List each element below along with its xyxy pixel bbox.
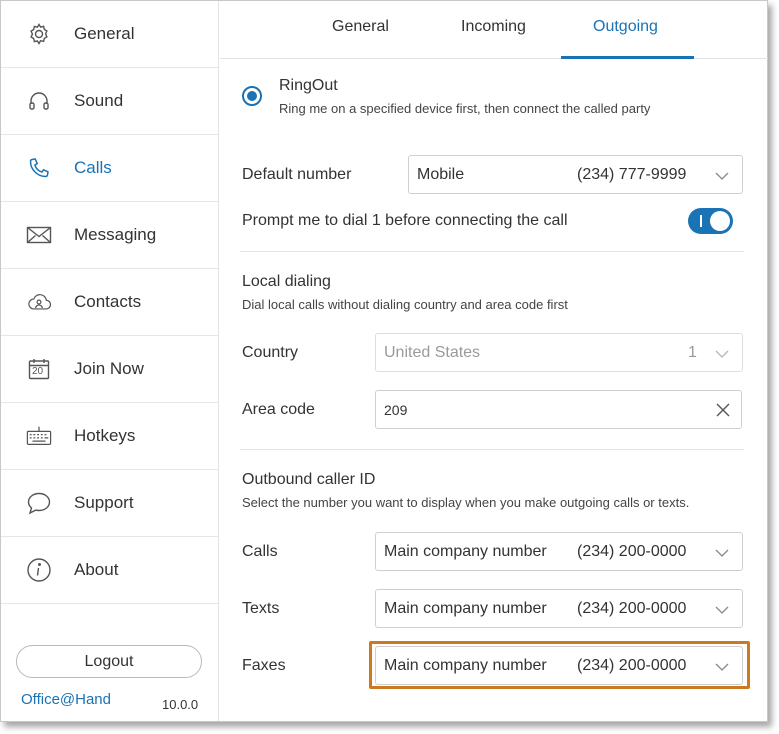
tab-general[interactable]: General bbox=[332, 18, 389, 36]
select-value: Mobile bbox=[417, 165, 465, 183]
keyboard-icon bbox=[26, 423, 52, 449]
logout-button[interactable]: Logout bbox=[16, 645, 202, 678]
select-value: Main company number bbox=[384, 599, 547, 617]
select-number: (234) 200-0000 bbox=[577, 656, 687, 674]
sidebar-item-label: Hotkeys bbox=[74, 426, 136, 445]
radio-selected-dot bbox=[247, 91, 257, 101]
ringout-description: Ring me on a specified device first, the… bbox=[279, 101, 651, 116]
ringout-title: RingOut bbox=[279, 77, 338, 94]
country-value: United States bbox=[384, 343, 481, 361]
sidebar-item-contacts[interactable]: Contacts bbox=[1, 269, 218, 336]
local-dialing-description: Dial local calls without dialing country… bbox=[242, 297, 568, 312]
sidebar-item-label: General bbox=[74, 24, 135, 43]
toggle-on-bar bbox=[700, 215, 702, 227]
sidebar-item-label: Calls bbox=[74, 158, 112, 177]
prompt-dial-label: Prompt me to dial 1 before connecting th… bbox=[242, 212, 568, 229]
country-label: Country bbox=[242, 344, 299, 361]
select-number: (234) 777-9999 bbox=[577, 165, 687, 183]
info-icon bbox=[26, 557, 52, 583]
texts-caller-id-label: Texts bbox=[242, 600, 280, 617]
area-code-input[interactable]: 209 bbox=[375, 390, 742, 429]
sidebar-item-general[interactable]: General bbox=[1, 1, 218, 68]
envelope-icon bbox=[26, 222, 52, 248]
sidebar-item-label: Messaging bbox=[74, 225, 157, 244]
sidebar-item-label: About bbox=[74, 560, 119, 579]
settings-content: General Incoming Outgoing RingOut Ring m… bbox=[220, 1, 768, 721]
sidebar-item-messaging[interactable]: Messaging bbox=[1, 202, 218, 269]
default-number-select[interactable]: Mobile (234) 777-9999 bbox=[408, 155, 743, 194]
sidebar-item-label: Join Now bbox=[74, 359, 144, 378]
local-dialing-title: Local dialing bbox=[242, 273, 331, 290]
chat-bubble-icon bbox=[26, 490, 52, 516]
chevron-down-icon bbox=[715, 350, 729, 358]
divider bbox=[240, 449, 744, 450]
toggle-knob bbox=[710, 211, 730, 231]
brand-name: Office@Hand bbox=[21, 691, 111, 708]
gear-icon bbox=[26, 21, 52, 47]
country-code: 1 bbox=[688, 343, 697, 361]
settings-sidebar: General Sound Calls Messaging Contacts 2… bbox=[1, 1, 219, 721]
app-version: 10.0.0 bbox=[162, 697, 199, 712]
chevron-down-icon bbox=[715, 606, 729, 614]
sidebar-item-label: Contacts bbox=[74, 292, 142, 311]
caller-id-description: Select the number you want to display wh… bbox=[242, 495, 690, 510]
select-number: (234) 200-0000 bbox=[577, 542, 687, 560]
chevron-down-icon bbox=[715, 172, 729, 180]
ringout-radio[interactable] bbox=[242, 86, 262, 106]
settings-window: General Sound Calls Messaging Contacts 2… bbox=[0, 0, 768, 722]
sidebar-item-calls[interactable]: Calls bbox=[1, 135, 218, 202]
calendar-icon: 20 bbox=[26, 356, 52, 382]
phone-icon bbox=[26, 155, 52, 181]
tab-outgoing[interactable]: Outgoing bbox=[593, 18, 658, 36]
sidebar-item-sound[interactable]: Sound bbox=[1, 68, 218, 135]
area-code-value: 209 bbox=[384, 402, 408, 418]
divider bbox=[240, 251, 744, 252]
caller-id-title: Outbound caller ID bbox=[242, 471, 376, 488]
select-number: (234) 200-0000 bbox=[577, 599, 687, 617]
cloud-contacts-icon bbox=[26, 289, 52, 315]
sidebar-item-hotkeys[interactable]: Hotkeys bbox=[1, 403, 218, 470]
sidebar-item-label: Sound bbox=[74, 91, 124, 110]
close-icon[interactable] bbox=[715, 402, 731, 418]
calls-caller-id-select[interactable]: Main company number (234) 200-0000 bbox=[375, 532, 743, 571]
tab-incoming[interactable]: Incoming bbox=[461, 18, 526, 36]
active-tab-indicator bbox=[561, 56, 694, 59]
sidebar-item-support[interactable]: Support bbox=[1, 470, 218, 537]
area-code-label: Area code bbox=[242, 401, 315, 418]
texts-caller-id-select[interactable]: Main company number (234) 200-0000 bbox=[375, 589, 743, 628]
faxes-caller-id-select[interactable]: Main company number (234) 200-0000 bbox=[375, 646, 743, 685]
sidebar-item-label: Support bbox=[74, 493, 134, 512]
select-value: Main company number bbox=[384, 656, 547, 674]
chevron-down-icon bbox=[715, 663, 729, 671]
tab-bar: General Incoming Outgoing bbox=[220, 1, 768, 59]
prompt-dial-toggle[interactable] bbox=[688, 208, 733, 234]
calls-caller-id-label: Calls bbox=[242, 543, 278, 560]
calendar-day-text: 20 bbox=[32, 366, 44, 377]
default-number-label: Default number bbox=[242, 166, 352, 183]
sidebar-item-join-now[interactable]: 20 Join Now bbox=[1, 336, 218, 403]
headphones-icon bbox=[26, 88, 52, 114]
select-value: Main company number bbox=[384, 542, 547, 560]
sidebar-item-about[interactable]: About bbox=[1, 537, 218, 604]
chevron-down-icon bbox=[715, 549, 729, 557]
faxes-caller-id-label: Faxes bbox=[242, 657, 286, 674]
country-select[interactable]: United States 1 bbox=[375, 333, 743, 372]
